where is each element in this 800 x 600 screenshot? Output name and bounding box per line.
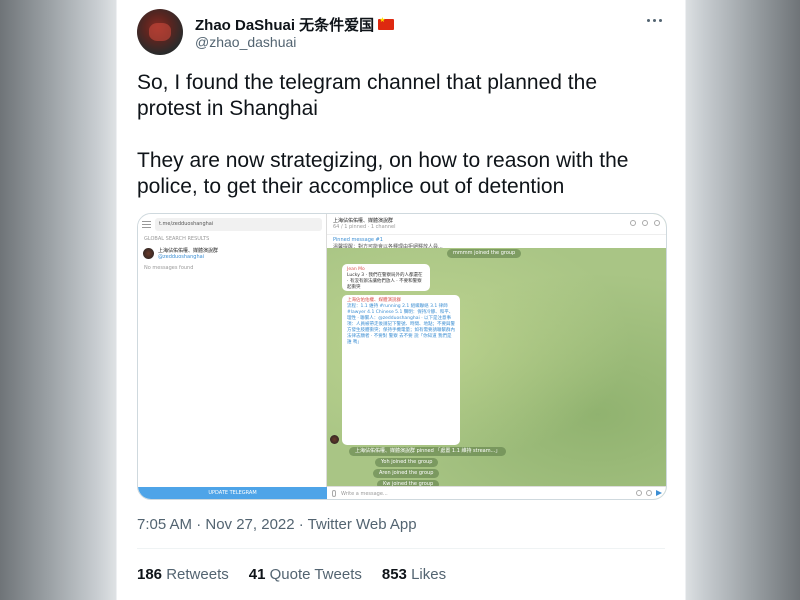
quote-tweets-count: 41 [248,566,266,583]
display-name[interactable]: Zhao DaShuai 无条件爱国 [195,14,374,35]
tweet-paragraph-1: So, I found the telegram channel that pl… [137,71,598,120]
chat-background: mmmm joined the group Jean Mo Lucky 3 · … [327,248,666,489]
tweet-timestamp[interactable]: 7:05 AM · Nov 27, 2022 · Twitter Web App [137,516,417,533]
china-flag-icon [378,16,395,30]
telegram-chat-header: 上海佔佑佑權、媒體演說群 64 / 1 pinned · 1 channel [327,214,666,234]
hamburger-menu-icon [142,220,151,228]
tweet-card: Zhao DaShuai 无条件爱国 @zhao_dashuai So, I f… [116,0,686,600]
chat-handle: @zedduoshanghai [158,254,205,260]
quote-tweets-stat[interactable]: 41 Quote Tweets [249,566,362,583]
attach-icon [332,490,336,497]
retweets-count: 186 [137,566,163,583]
telegram-chat-list: t.me/zedduoshanghai GLOBAL SEARCH RESULT… [138,214,327,499]
input-icons [636,490,662,496]
pinned-message-bar: Pinned message #1 溫馨提醒：對方可能會以各種理由拒絕釋放人員.… [327,234,666,250]
telegram-search-input: t.me/zedduoshanghai [155,217,322,231]
message-bubble: Jean Mo Lucky 3 · 我們在警察局外的人都還在 · 有沒有辦法讓他… [342,264,430,291]
chat-avatar [143,248,154,259]
likes-count: 853 [381,566,407,583]
tweet-media-screenshot[interactable]: t.me/zedduoshanghai GLOBAL SEARCH RESULT… [137,213,667,500]
message-input: Write a message... [327,486,666,499]
tweet-text: So, I found the telegram channel that pl… [137,70,667,226]
chat-header-title: 上海佔佑佑權、媒體演說群 [333,218,394,224]
engagement-stats: 186 Retweets 41 Quote Tweets 853 Likes [137,566,446,583]
service-message: 上海佔佑佑權、媒體演說群 pinned 「處置 1.1 維持 stream...… [349,447,507,456]
emoji-icon [646,490,652,496]
message-text: Lucky 3 · 我們在警察局外的人都還在 · 有沒有辦法讓他們放人 · 不要… [347,273,423,290]
quote-tweets-label: Quote Tweets [269,566,362,583]
message-input-placeholder: Write a message... [341,491,388,497]
tweet-paragraph-2: They are now strategizing, on how to rea… [137,149,629,198]
update-telegram-button: UPDATE TELEGRAM [138,487,327,499]
chat-header-subtitle: 64 / 1 pinned · 1 channel [333,224,396,230]
telegram-chat-window: 上海佔佑佑權、媒體演說群 64 / 1 pinned · 1 channel P… [327,214,666,499]
message-bubble: 上海佔佑佑權、媒體演說群 流程：1.1 維持 #running 2.1 組織聯絡… [342,295,460,445]
no-messages-label: No messages found [144,265,194,271]
service-message: Yoh joined the group [375,458,439,467]
retweets-stat[interactable]: 186 Retweets [137,566,229,583]
avatar[interactable] [137,9,183,55]
bell-icon [636,490,642,496]
telegram-search-row: t.me/zedduoshanghai [138,214,326,234]
more-options-icon[interactable] [647,14,665,26]
likes-label: Likes [411,566,447,583]
search-section-label: GLOBAL SEARCH RESULTS [144,236,210,242]
sender-avatar [330,435,339,444]
header-icons [630,220,660,226]
send-icon [656,490,662,496]
service-message: mmmm joined the group [447,249,522,258]
service-message: Aren joined the group [373,469,440,478]
message-text: 流程：1.1 維持 #running 2.1 組織聯絡 3.1 律師 #lawy… [347,304,455,345]
retweets-label: Retweets [166,566,229,583]
more-icon [654,220,660,226]
user-name-row: Zhao DaShuai 无条件爱国 [195,14,395,35]
info-icon [642,220,648,226]
likes-stat[interactable]: 853 Likes [382,566,446,583]
user-handle[interactable]: @zhao_dashuai [195,34,296,50]
search-icon [630,220,636,226]
chat-title: 上海佔佑佑權、媒體演說群 [158,248,219,254]
divider [137,548,665,549]
search-result-item: 上海佔佑佑權、媒體演說群 @zedduoshanghai [138,244,326,263]
